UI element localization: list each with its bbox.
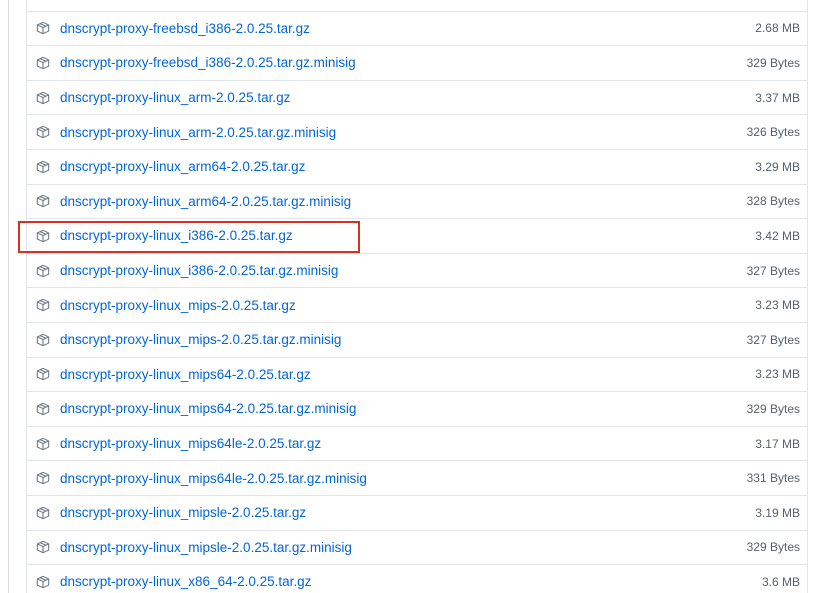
package-icon	[36, 21, 50, 35]
asset-download-link[interactable]: dnscrypt-proxy-linux_i386-2.0.25.tar.gz.…	[27, 263, 338, 278]
asset-row: dnscrypt-proxy-freebsd_i386-2.0.25.tar.g…	[27, 10, 807, 46]
package-icon	[36, 229, 50, 243]
asset-name: dnscrypt-proxy-linux_mips-2.0.25.tar.gz	[60, 297, 296, 313]
asset-size: 329 Bytes	[746, 401, 800, 416]
asset-download-link[interactable]: dnscrypt-proxy-linux_mipsle-2.0.25.tar.g…	[27, 540, 352, 555]
asset-name: dnscrypt-proxy-linux_mips64le-2.0.25.tar…	[60, 470, 367, 486]
package-icon	[36, 91, 50, 105]
asset-download-link[interactable]: dnscrypt-proxy-linux_arm64-2.0.25.tar.gz	[27, 159, 305, 174]
asset-download-link[interactable]: dnscrypt-proxy-linux_mips64le-2.0.25.tar…	[27, 471, 367, 486]
asset-size: 329 Bytes	[746, 55, 800, 70]
asset-download-link[interactable]: dnscrypt-proxy-linux_mipsle-2.0.25.tar.g…	[27, 505, 306, 520]
asset-row: dnscrypt-proxy-linux_arm-2.0.25.tar.gz 3.…	[27, 79, 807, 115]
package-icon	[36, 194, 50, 208]
asset-size: 3.17 MB	[755, 436, 800, 451]
asset-name: dnscrypt-proxy-linux_arm64-2.0.25.tar.gz…	[60, 193, 352, 209]
asset-size: 331 Bytes	[746, 471, 800, 486]
asset-size: 3.23 MB	[755, 367, 800, 382]
asset-row: dnscrypt-proxy-linux_mips64-2.0.25.tar.g…	[27, 391, 807, 426]
package-icon	[36, 471, 50, 485]
release-assets-page: dnscrypt-proxy-freebsd_i386-2.0.25.tar.g…	[0, 0, 838, 593]
package-icon	[36, 333, 50, 347]
package-icon	[36, 437, 50, 451]
asset-download-link[interactable]: dnscrypt-proxy-linux_mips-2.0.25.tar.gz.…	[27, 332, 341, 347]
asset-size: 329 Bytes	[746, 540, 800, 555]
asset-size: 3.29 MB	[755, 159, 800, 174]
asset-name: dnscrypt-proxy-linux_i386-2.0.25.tar.gz	[60, 228, 293, 244]
asset-size: 327 Bytes	[746, 332, 800, 347]
asset-size: 328 Bytes	[746, 194, 800, 209]
asset-download-link[interactable]: dnscrypt-proxy-linux_mips-2.0.25.tar.gz	[27, 298, 296, 313]
asset-download-link[interactable]: dnscrypt-proxy-freebsd_i386-2.0.25.tar.g…	[27, 21, 310, 36]
asset-name: dnscrypt-proxy-linux_arm-2.0.25.tar.gz.m…	[60, 124, 337, 140]
asset-download-link[interactable]: dnscrypt-proxy-linux_i386-2.0.25.tar.gz	[27, 228, 293, 243]
package-icon	[36, 56, 50, 70]
asset-row: dnscrypt-proxy-linux_x86_64-2.0.25.tar.g…	[27, 564, 807, 593]
asset-name: dnscrypt-proxy-linux_mips64le-2.0.25.tar…	[60, 436, 322, 452]
asset-size: 326 Bytes	[746, 125, 800, 140]
asset-name: dnscrypt-proxy-linux_mips-2.0.25.tar.gz.…	[60, 332, 342, 348]
asset-name: dnscrypt-proxy-linux_x86_64-2.0.25.tar.g…	[60, 574, 312, 590]
package-icon	[36, 402, 50, 416]
asset-size: 2.68 MB	[755, 21, 800, 36]
asset-row: dnscrypt-proxy-freebsd_i386-2.0.25.tar.g…	[27, 45, 807, 80]
package-icon	[36, 367, 50, 381]
timeline-rule	[8, 0, 9, 593]
asset-row: dnscrypt-proxy-linux_i386-2.0.25.tar.gz 3…	[18, 218, 807, 253]
asset-row: dnscrypt-proxy-linux_mips-2.0.25.tar.gz 3…	[27, 287, 807, 322]
asset-row: dnscrypt-proxy-linux_mips64-2.0.25.tar.g…	[27, 356, 807, 392]
package-icon	[36, 506, 50, 520]
asset-size: 3.23 MB	[755, 298, 800, 313]
asset-download-link[interactable]: dnscrypt-proxy-linux_mips64-2.0.25.tar.g…	[27, 367, 311, 382]
asset-download-link[interactable]: dnscrypt-proxy-linux_arm-2.0.25.tar.gz.m…	[27, 125, 336, 140]
asset-row: dnscrypt-proxy-linux_mips64le-2.0.25.tar…	[27, 460, 807, 495]
package-icon	[36, 540, 50, 554]
package-icon	[36, 125, 50, 139]
asset-name: dnscrypt-proxy-linux_mips64-2.0.25.tar.g…	[60, 366, 311, 382]
asset-size: 3.6 MB	[761, 574, 800, 589]
release-assets-list: dnscrypt-proxy-freebsd_i386-2.0.25.tar.g…	[18, 0, 808, 593]
asset-name: dnscrypt-proxy-linux_arm-2.0.25.tar.gz	[60, 90, 291, 106]
package-icon	[36, 264, 50, 278]
asset-download-link[interactable]: dnscrypt-proxy-linux_x86_64-2.0.25.tar.g…	[27, 574, 311, 589]
asset-name: dnscrypt-proxy-freebsd_i386-2.0.25.tar.g…	[60, 55, 356, 71]
asset-row: dnscrypt-proxy-linux_arm64-2.0.25.tar.gz…	[27, 183, 807, 219]
asset-row: dnscrypt-proxy-linux_arm-2.0.25.tar.gz.m…	[27, 114, 807, 149]
asset-size: 327 Bytes	[746, 263, 800, 278]
asset-row: dnscrypt-proxy-linux_arm64-2.0.25.tar.gz…	[27, 148, 807, 184]
asset-download-link[interactable]: dnscrypt-proxy-linux_mips64le-2.0.25.tar…	[27, 436, 321, 451]
asset-download-link[interactable]: dnscrypt-proxy-freebsd_i386-2.0.25.tar.g…	[27, 55, 356, 70]
asset-size: 3.37 MB	[755, 90, 800, 105]
asset-size: 3.19 MB	[755, 505, 800, 520]
package-icon	[36, 298, 50, 312]
asset-download-link[interactable]: dnscrypt-proxy-linux_mips64-2.0.25.tar.g…	[27, 401, 356, 416]
asset-name: dnscrypt-proxy-linux_i386-2.0.25.tar.gz.…	[60, 263, 339, 279]
asset-row: dnscrypt-proxy-linux_mips64le-2.0.25.tar…	[27, 425, 807, 461]
asset-name: dnscrypt-proxy-linux_mipsle-2.0.25.tar.g…	[60, 505, 307, 521]
asset-download-link[interactable]: dnscrypt-proxy-linux_arm64-2.0.25.tar.gz…	[27, 194, 351, 209]
asset-row: dnscrypt-proxy-linux_i386-2.0.25.tar.gz.…	[27, 252, 807, 288]
asset-name: dnscrypt-proxy-linux_mipsle-2.0.25.tar.g…	[60, 539, 352, 555]
asset-row: dnscrypt-proxy-linux_mips-2.0.25.tar.gz.…	[27, 321, 807, 357]
asset-row-partial	[27, 0, 807, 11]
package-icon	[36, 575, 50, 589]
package-icon	[36, 160, 50, 174]
asset-download-link[interactable]: dnscrypt-proxy-linux_arm-2.0.25.tar.gz	[27, 90, 290, 105]
asset-name: dnscrypt-proxy-freebsd_i386-2.0.25.tar.g…	[60, 20, 310, 36]
asset-name: dnscrypt-proxy-linux_mips64-2.0.25.tar.g…	[60, 401, 357, 417]
asset-size: 3.42 MB	[755, 228, 800, 243]
asset-row: dnscrypt-proxy-linux_mipsle-2.0.25.tar.g…	[27, 494, 807, 530]
asset-row: dnscrypt-proxy-linux_mipsle-2.0.25.tar.g…	[27, 529, 807, 565]
asset-name: dnscrypt-proxy-linux_arm64-2.0.25.tar.gz	[60, 159, 306, 175]
